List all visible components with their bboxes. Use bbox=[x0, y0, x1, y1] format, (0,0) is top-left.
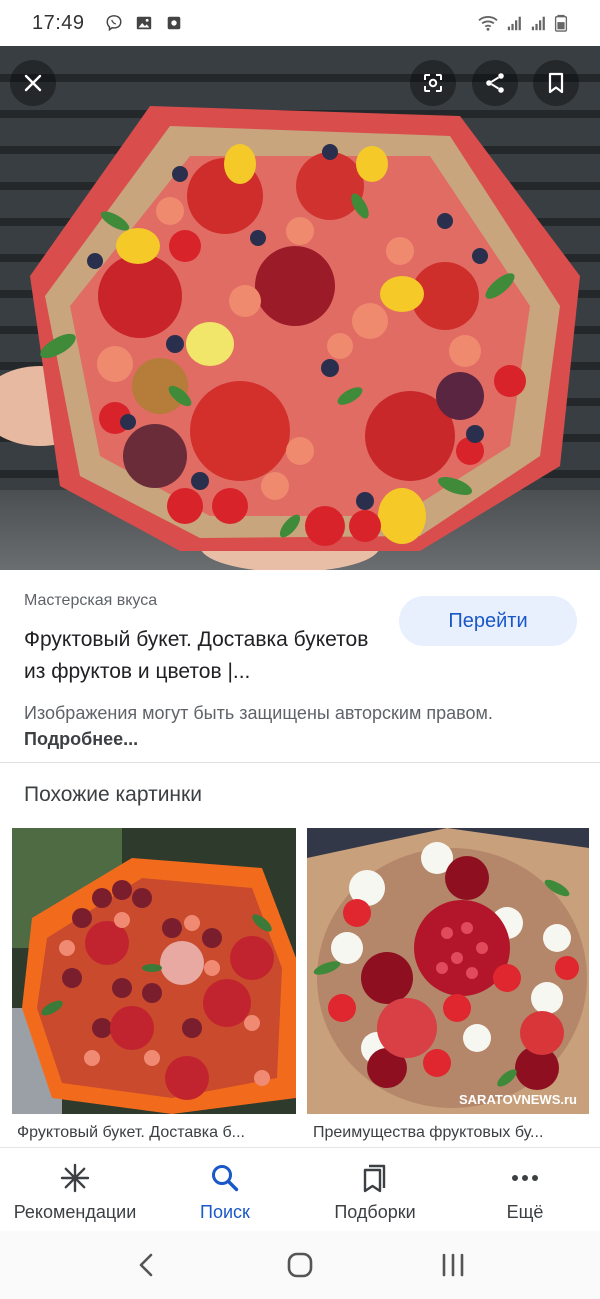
wifi-icon bbox=[478, 16, 498, 31]
fruit-bouquet-thumbnail bbox=[12, 828, 296, 1114]
status-system-icons bbox=[476, 14, 568, 32]
battery-icon bbox=[554, 14, 568, 32]
nav-item-more[interactable]: Ещё bbox=[450, 1148, 600, 1231]
similar-image-1[interactable] bbox=[12, 828, 296, 1114]
close-icon bbox=[24, 74, 42, 92]
nav-label: Подборки bbox=[334, 1202, 416, 1222]
result-title[interactable]: Фруктовый букет. Доставка букетов из фру… bbox=[24, 624, 374, 688]
nav-label: Поиск bbox=[200, 1202, 250, 1222]
fruit-bouquet-illustration bbox=[0, 106, 580, 570]
viber-icon bbox=[106, 15, 122, 32]
back-chevron-icon bbox=[139, 1253, 152, 1277]
bottom-navigation: Рекомендации Поиск Подборки Ещё bbox=[0, 1147, 600, 1231]
back-button[interactable] bbox=[127, 1245, 167, 1285]
nav-label: Рекомендации bbox=[13, 1202, 137, 1222]
asterisk-icon bbox=[60, 1163, 90, 1193]
recents-button[interactable] bbox=[433, 1245, 473, 1285]
nav-item-search[interactable]: Поиск bbox=[150, 1148, 300, 1231]
collections-icon bbox=[363, 1164, 386, 1193]
nav-item-collections[interactable]: Подборки bbox=[300, 1148, 450, 1231]
screen-record-icon bbox=[167, 16, 180, 30]
recents-icon bbox=[443, 1253, 464, 1277]
home-icon bbox=[287, 1252, 313, 1278]
divider bbox=[0, 762, 600, 763]
fruit-flower-bouquet-thumbnail: SARATOVNEWS.ru bbox=[307, 828, 589, 1114]
system-navigation-bar bbox=[0, 1231, 600, 1299]
more-icon bbox=[512, 1175, 538, 1181]
signal-icon bbox=[507, 16, 521, 31]
share-button[interactable] bbox=[472, 60, 518, 106]
visit-button[interactable]: Перейти bbox=[399, 596, 577, 646]
signal-icon bbox=[531, 16, 545, 31]
more-link[interactable]: Подробнее... bbox=[24, 729, 138, 749]
thumbnail-watermark: SARATOVNEWS.ru bbox=[459, 1092, 577, 1107]
similar-image-2[interactable]: SARATOVNEWS.ru bbox=[307, 828, 589, 1114]
lens-button[interactable] bbox=[410, 60, 456, 106]
copyright-text: Изображения могут быть защищены авторски… bbox=[24, 703, 493, 723]
similar-image-1-caption[interactable]: Фруктовый букет. Доставка б... bbox=[17, 1124, 295, 1142]
source-name[interactable]: Мастерская вкуса bbox=[24, 592, 157, 610]
hero-image[interactable] bbox=[0, 46, 600, 570]
bookmark-button[interactable] bbox=[533, 60, 579, 106]
status-time: 17:49 bbox=[32, 11, 85, 34]
nav-item-recommendations[interactable]: Рекомендации bbox=[0, 1148, 150, 1231]
lens-icon bbox=[424, 74, 442, 92]
nav-label: Ещё bbox=[506, 1202, 544, 1222]
close-button[interactable] bbox=[10, 60, 56, 106]
bookmark-icon bbox=[548, 72, 564, 94]
gallery-icon bbox=[136, 16, 151, 30]
status-bar: 17:49 bbox=[0, 0, 600, 46]
home-button[interactable] bbox=[280, 1245, 320, 1285]
status-notification-icons bbox=[105, 14, 183, 32]
search-icon bbox=[212, 1165, 239, 1192]
similar-image-2-caption[interactable]: Преимущества фруктовых бу... bbox=[313, 1124, 583, 1142]
share-icon bbox=[486, 73, 504, 93]
similar-images-heading: Похожие картинки bbox=[24, 783, 202, 806]
copyright-notice: Изображения могут быть защищены авторски… bbox=[24, 700, 494, 752]
